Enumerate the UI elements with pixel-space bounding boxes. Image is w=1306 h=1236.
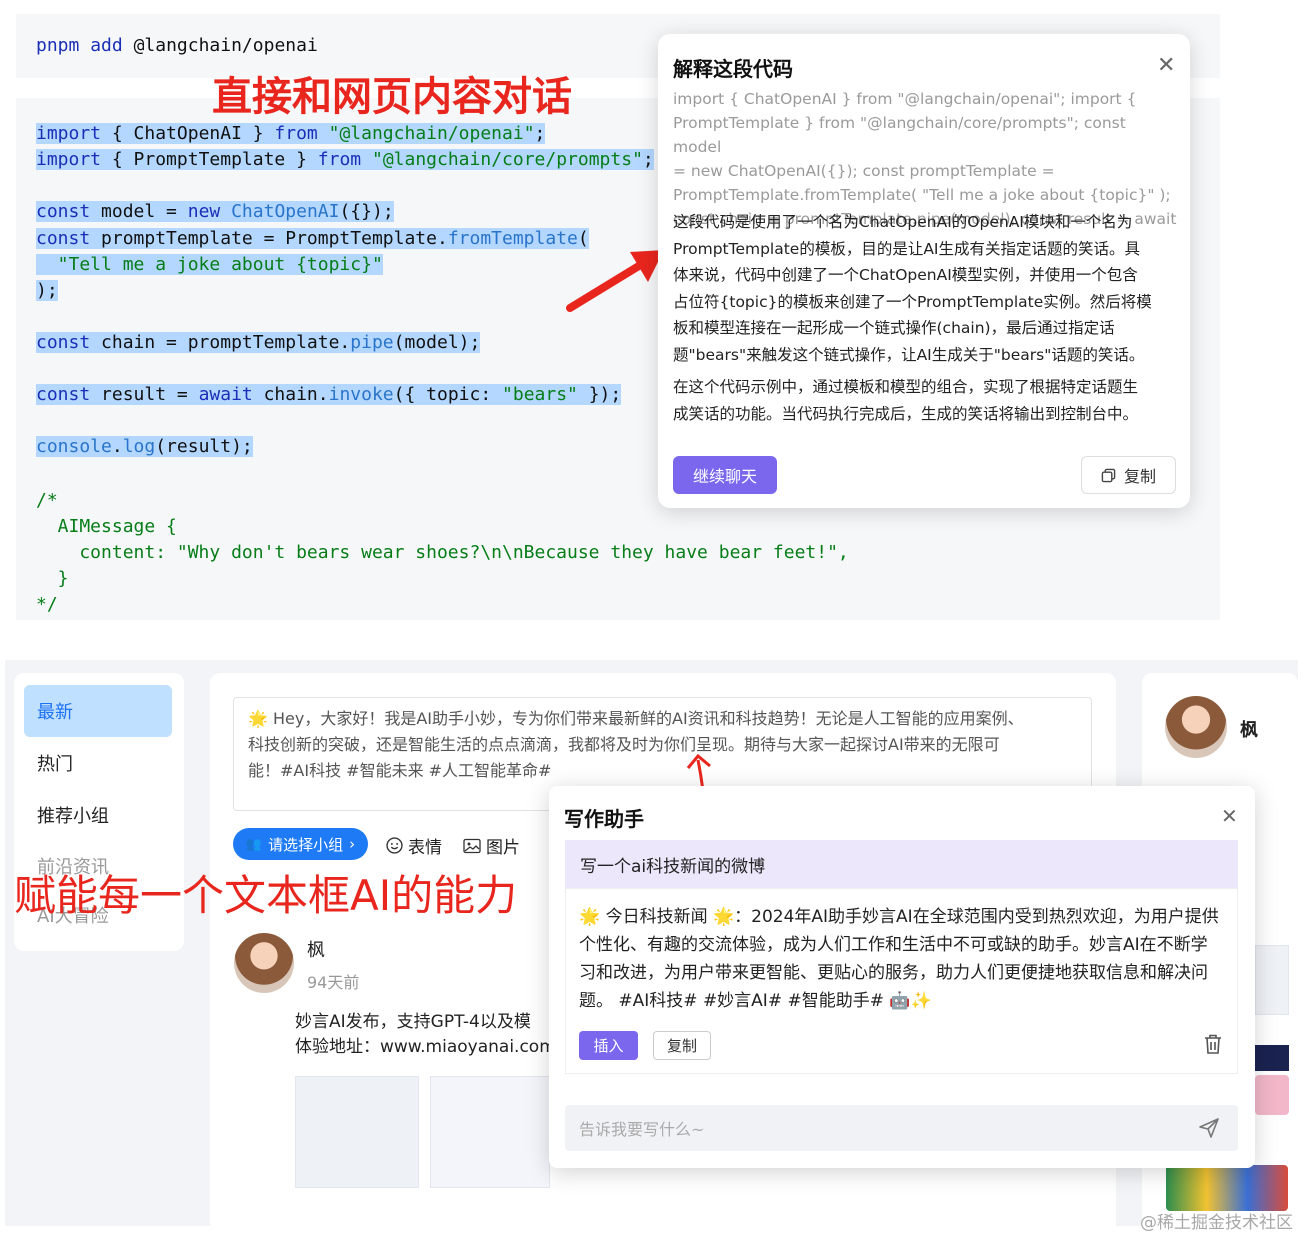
image-icon — [463, 838, 481, 853]
trash-icon[interactable] — [1203, 1033, 1223, 1055]
post-image[interactable] — [430, 1076, 550, 1188]
user-prompt: 写一个ai科技新闻的微博 — [565, 840, 1238, 888]
close-icon[interactable]: ✕ — [1221, 804, 1238, 828]
post-author[interactable]: 枫 — [307, 936, 325, 962]
send-icon[interactable] — [1198, 1117, 1220, 1139]
annotation-bottom: 赋能每一个文本框AI的能力 — [14, 871, 518, 920]
insert-button[interactable]: 插入 — [579, 1031, 638, 1060]
code-comment-line: } — [36, 568, 69, 589]
code-comment-line: /* — [36, 490, 58, 511]
code-line-model: const model = new ChatOpenAI({}); — [36, 201, 394, 222]
copy-button[interactable]: 复制 — [1081, 456, 1176, 494]
side-image[interactable] — [1166, 1165, 1288, 1211]
popup-title: 解释这段代码 — [673, 57, 793, 81]
post-time: 94天前 — [307, 973, 360, 992]
select-group-button[interactable]: 👥 请选择小组 › — [233, 828, 368, 860]
generated-text: 🌟 今日科技新闻 🌟：2024年AI助手妙言AI在全球范围内受到热烈欢迎，为用户… — [579, 907, 1219, 1011]
side-image[interactable] — [1255, 1075, 1289, 1115]
side-image[interactable] — [1255, 945, 1289, 1015]
copy-button[interactable]: 复制 — [653, 1031, 711, 1060]
copy-icon — [1101, 468, 1116, 482]
watermark: @稀土掘金技术社区 — [1140, 1213, 1293, 1233]
emoji-button[interactable]: 表情 — [386, 833, 442, 858]
writing-assistant-title: 写作助手 — [564, 807, 644, 831]
code-comment-line: content: "Why don't bears wear shoes?\n\… — [36, 542, 849, 563]
avatar[interactable] — [1165, 696, 1227, 758]
explanation-paragraph: 在这个代码示例中，通过模板和模型的组合，实现了根据特定话题生 成笑话的功能。当代… — [673, 378, 1139, 423]
sidebar-item-groups[interactable]: 推荐小组 — [24, 789, 172, 841]
smile-icon — [386, 837, 403, 854]
sidebar-item-hot[interactable]: 热门 — [24, 737, 172, 789]
side-image[interactable] — [1255, 1045, 1289, 1071]
explanation-paragraph: 这段代码是使用了一个名为ChatOpenAI的OpenAI模块和一个名为 Pro… — [673, 213, 1152, 364]
continue-chat-button[interactable]: 继续聊天 — [673, 456, 777, 494]
code-comment-line: */ — [36, 594, 58, 615]
copy-label: 复制 — [1123, 467, 1156, 486]
code-line-import1: import { ChatOpenAI } from "@langchain/o… — [36, 123, 546, 144]
image-button[interactable]: 图片 — [463, 833, 520, 858]
code-line-result: const result = await chain.invoke({ topi… — [36, 384, 622, 405]
code-line-prompt-template: const promptTemplate = PromptTemplate.fr… — [36, 228, 589, 249]
chevron-right-icon: › — [349, 835, 356, 853]
code-line-close-paren: ); — [36, 280, 58, 301]
code-comment-line: AIMessage { — [36, 516, 177, 537]
code-line-console: console.log(result); — [36, 436, 253, 457]
post-image[interactable] — [295, 1076, 419, 1188]
install-command: pnpm add @langchain/openai — [36, 35, 318, 56]
profile-name[interactable]: 枫 — [1240, 716, 1258, 742]
annotation-top: 直接和网页内容对话 — [212, 74, 572, 120]
users-icon: 👥 — [245, 836, 263, 852]
red-arrow-icon — [566, 250, 664, 312]
code-line-template-string: "Tell me a joke about {topic}" — [36, 254, 383, 275]
close-icon[interactable]: ✕ — [1157, 53, 1175, 78]
assistant-input[interactable]: 告诉我要写什么~ — [565, 1105, 1238, 1151]
post-content-line: 妙言AI发布，支持GPT-4以及模 — [295, 1012, 531, 1032]
avatar[interactable] — [234, 933, 294, 993]
code-line-import2: import { PromptTemplate } from "@langcha… — [36, 149, 654, 170]
code-line-chain: const chain = promptTemplate.pipe(model)… — [36, 332, 481, 353]
post-content-line[interactable]: 体验地址：www.miaoyanai.com — [295, 1032, 556, 1057]
sidebar-item-latest[interactable]: 最新 — [24, 685, 172, 737]
